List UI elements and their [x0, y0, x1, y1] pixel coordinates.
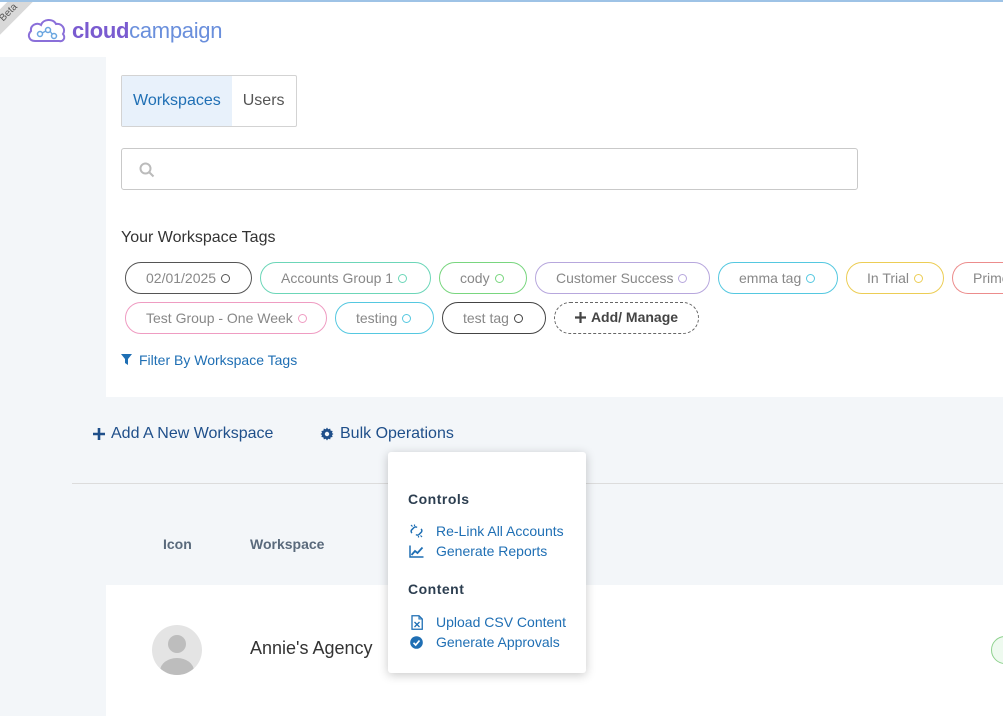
- tag-label: test tag: [463, 310, 509, 326]
- logo-bold: cloud: [72, 18, 130, 43]
- tag-dot: [221, 274, 231, 283]
- tab-users[interactable]: Users: [232, 76, 296, 126]
- tag-testing[interactable]: testing: [335, 302, 434, 334]
- filter-by-tags-link[interactable]: Filter By Workspace Tags: [121, 352, 297, 368]
- content-heading: Content: [408, 581, 465, 597]
- bulk-operations-button[interactable]: Bulk Operations: [320, 425, 454, 443]
- tag-dot: [513, 314, 523, 323]
- column-header-workspace[interactable]: Workspace: [250, 536, 324, 552]
- user-icon: [160, 635, 194, 675]
- logo-text: cloudcampaign: [72, 18, 222, 44]
- view-tabs: Workspaces Users: [121, 75, 297, 127]
- filter-label: Filter By Workspace Tags: [139, 352, 298, 368]
- tag-02-01-2025[interactable]: 02/01/2025: [125, 262, 252, 294]
- add-manage-label: Add/ Manage: [590, 309, 679, 325]
- check-circle-icon: [408, 634, 425, 650]
- tag-dot: [297, 314, 307, 323]
- upload-csv-item[interactable]: Upload CSV Content: [408, 614, 566, 630]
- bulk-operations-label: Bulk Operations: [340, 425, 454, 442]
- tag-accounts-group-1[interactable]: Accounts Group 1: [260, 262, 431, 294]
- tags-section-title: Your Workspace Tags: [121, 229, 276, 246]
- tag-customer-success[interactable]: Customer Success: [535, 262, 710, 294]
- logo[interactable]: cloudcampaign: [26, 14, 222, 48]
- tag-dot: [914, 274, 924, 283]
- column-header-icon[interactable]: Icon: [163, 536, 192, 552]
- add-workspace-button[interactable]: Add A New Workspace: [93, 425, 273, 443]
- bulk-operations-menu: Controls Re-Link All Accounts Generate R…: [388, 452, 586, 673]
- tag-label: cody: [460, 270, 490, 286]
- tag-dot: [402, 314, 412, 323]
- tab-workspaces[interactable]: Workspaces: [122, 76, 232, 126]
- tag-test-group-one-week[interactable]: Test Group - One Week: [125, 302, 327, 334]
- search-icon: [139, 162, 155, 178]
- unlink-icon: [408, 523, 425, 539]
- tag-label: In Trial: [867, 270, 910, 286]
- controls-heading: Controls: [408, 491, 470, 507]
- csv-file-icon: [408, 614, 425, 630]
- filter-icon: [121, 354, 132, 365]
- tag-dot: [678, 274, 688, 283]
- line-chart-icon: [408, 543, 425, 559]
- relink-label: Re-Link All Accounts: [436, 523, 564, 539]
- tag-label: emma tag: [739, 270, 802, 286]
- search-box: [121, 148, 858, 190]
- tag-dot: [398, 274, 408, 283]
- cloud-logo-icon: [27, 19, 66, 43]
- generate-reports-item[interactable]: Generate Reports: [408, 543, 547, 559]
- upload-csv-label: Upload CSV Content: [436, 614, 566, 630]
- tag-dot: [494, 274, 504, 283]
- tag-label: Accounts Group 1: [281, 270, 394, 286]
- tag-label: Prime: [973, 270, 1003, 286]
- workspace-name[interactable]: Annie's Agency: [250, 638, 373, 659]
- gear-icon: [320, 427, 334, 441]
- top-bar: Beta cloudcampaign: [0, 0, 1003, 57]
- tag-dot: [806, 274, 816, 283]
- relink-accounts-item[interactable]: Re-Link All Accounts: [408, 523, 564, 539]
- tag-prime[interactable]: Prime: [952, 262, 1003, 294]
- avatar: [152, 625, 202, 675]
- reports-label: Generate Reports: [436, 543, 548, 559]
- tag-cody[interactable]: cody: [439, 262, 527, 294]
- tag-label: testing: [356, 310, 398, 326]
- add-manage-tags-button[interactable]: Add/ Manage: [554, 302, 699, 334]
- tag-label: Test Group - One Week: [146, 310, 293, 326]
- logo-light: campaign: [129, 18, 223, 43]
- tag-emma-tag[interactable]: emma tag: [718, 262, 838, 294]
- plus-icon: [574, 312, 586, 323]
- tag-in-trial[interactable]: In Trial: [846, 262, 944, 294]
- search-input[interactable]: [166, 155, 846, 183]
- tag-label: Customer Success: [556, 270, 674, 286]
- add-workspace-label: Add A New Workspace: [111, 425, 274, 442]
- generate-approvals-item[interactable]: Generate Approvals: [408, 634, 560, 650]
- plus-icon: [93, 428, 105, 440]
- tag-label: 02/01/2025: [146, 270, 217, 286]
- approvals-label: Generate Approvals: [436, 634, 560, 650]
- tag-test-tag[interactable]: test tag: [442, 302, 546, 334]
